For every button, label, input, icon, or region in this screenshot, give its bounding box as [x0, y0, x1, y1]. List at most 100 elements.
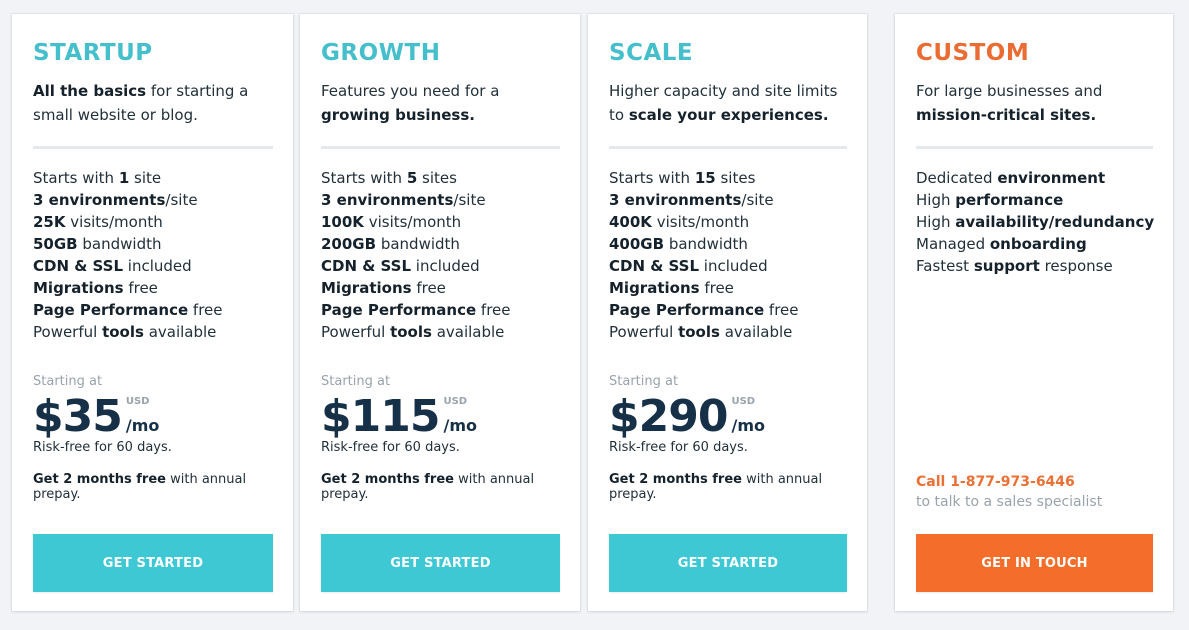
get-started-button[interactable]: GET STARTED	[33, 534, 273, 592]
emphasis-text: CDN & SSL	[609, 257, 700, 275]
emphasis-text: 3 environments	[609, 191, 742, 209]
feature-item: Migrations free	[33, 277, 283, 299]
text: available	[431, 323, 505, 341]
text: bandwidth	[77, 235, 162, 253]
feature-item: Migrations free	[609, 277, 857, 299]
feature-item: Page Performance free	[321, 299, 570, 321]
feature-list: Dedicated environment High performance Hig…	[916, 167, 1163, 277]
emphasis-text: environment	[997, 169, 1106, 187]
period-label: /mo	[443, 416, 477, 435]
text: High	[916, 213, 956, 231]
feature-list: Starts with 5 sites 3 environments/site 10…	[321, 167, 570, 343]
emphasis-text: All the basics	[33, 82, 147, 100]
text: /site	[453, 191, 486, 209]
emphasis-text: Get 2 months free	[609, 472, 742, 487]
text: available	[143, 323, 217, 341]
emphasis-text: growing business.	[321, 106, 475, 124]
risk-free-note: Risk-free for 60 days.	[609, 440, 748, 455]
text: site	[129, 169, 162, 187]
text: response	[1039, 257, 1113, 275]
feature-item: Starts with 5 sites	[321, 167, 570, 189]
text: free	[411, 279, 446, 297]
emphasis-text: tools	[390, 323, 432, 341]
currency-label: USD	[125, 396, 150, 407]
emphasis-text: mission-critical sites.	[916, 106, 1097, 124]
emphasis-text: availability/redundancy	[955, 213, 1155, 231]
text: free	[764, 301, 799, 319]
phone-link[interactable]: Call 1-877-973-6446	[916, 472, 1102, 492]
feature-item: 25K visits/month	[33, 211, 283, 233]
emphasis-text: 15	[694, 169, 716, 187]
text: Starts with	[609, 169, 695, 187]
text: Features you need for a	[321, 82, 500, 100]
feature-item: Dedicated environment	[916, 167, 1163, 189]
emphasis-text: Migrations	[609, 279, 700, 297]
text: visits/month	[651, 213, 750, 231]
plan-card-startup: STARTUP All the basics for starting a sm…	[12, 14, 293, 611]
plan-title: CUSTOM	[916, 40, 1030, 66]
plan-description: Features you need for a growing business…	[321, 79, 560, 127]
feature-item: 3 environments/site	[321, 189, 570, 211]
sales-contact: Call 1-877-973-6446 to talk to a sales s…	[916, 472, 1102, 512]
emphasis-text: Page Performance	[33, 301, 189, 319]
price: $35	[33, 391, 123, 442]
divider	[609, 146, 847, 149]
price: $290	[609, 391, 728, 442]
feature-item: Starts with 1 site	[33, 167, 283, 189]
feature-item: Page Performance free	[609, 299, 857, 321]
get-in-touch-button[interactable]: GET IN TOUCH	[916, 534, 1153, 592]
plan-card-scale: SCALE Higher capacity and site limits to…	[588, 14, 867, 611]
text: included	[699, 257, 768, 275]
text: Powerful	[321, 323, 391, 341]
annual-promo: Get 2 months free with annual prepay.	[33, 472, 273, 502]
feature-item: 3 environments/site	[609, 189, 857, 211]
emphasis-text: support	[973, 257, 1040, 275]
emphasis-text: scale your experiences.	[628, 106, 829, 124]
get-started-button[interactable]: GET STARTED	[321, 534, 560, 592]
emphasis-text: CDN & SSL	[321, 257, 412, 275]
text: bandwidth	[664, 235, 748, 253]
text: free	[699, 279, 734, 297]
feature-item: High performance	[916, 189, 1163, 211]
feature-item: Fastest support response	[916, 255, 1163, 277]
feature-item: CDN & SSL included	[609, 255, 857, 277]
text: Dedicated	[916, 169, 998, 187]
emphasis-text: 5	[406, 169, 418, 187]
text: free	[476, 301, 511, 319]
text: free	[123, 279, 158, 297]
annual-promo: Get 2 months free with annual prepay.	[609, 472, 847, 502]
feature-item: 200GB bandwidth	[321, 233, 570, 255]
emphasis-text: 3 environments	[33, 191, 166, 209]
text: /site	[741, 191, 774, 209]
text: sites	[417, 169, 457, 187]
feature-item: Page Performance free	[33, 299, 283, 321]
emphasis-text: Get 2 months free	[321, 472, 454, 487]
emphasis-text: 400GB	[609, 235, 665, 253]
starting-at-label: Starting at	[321, 374, 391, 389]
feature-item: 400K visits/month	[609, 211, 857, 233]
divider	[321, 146, 560, 149]
text: included	[123, 257, 192, 275]
period-label: /mo	[731, 416, 765, 435]
feature-item: High availability/redundancy	[916, 211, 1163, 233]
text: For large businesses and	[916, 82, 1103, 100]
feature-item: Powerful tools available	[321, 321, 570, 343]
emphasis-text: Page Performance	[321, 301, 477, 319]
emphasis-text: tools	[102, 323, 144, 341]
text: Powerful	[33, 323, 103, 341]
risk-free-note: Risk-free for 60 days.	[33, 440, 172, 455]
plan-title: GROWTH	[321, 40, 441, 66]
emphasis-text: Migrations	[33, 279, 124, 297]
feature-item: CDN & SSL included	[33, 255, 283, 277]
feature-item: 400GB bandwidth	[609, 233, 857, 255]
text: Fastest	[916, 257, 974, 275]
starting-at-label: Starting at	[609, 374, 679, 389]
emphasis-text: onboarding	[989, 235, 1087, 253]
plan-description: All the basics for starting a small webs…	[33, 79, 273, 127]
text: High	[916, 191, 956, 209]
emphasis-text: 50GB	[33, 235, 78, 253]
emphasis-text: CDN & SSL	[33, 257, 124, 275]
annual-promo: Get 2 months free with annual prepay.	[321, 472, 560, 502]
price-row: $290 USD /mo	[609, 392, 781, 442]
get-started-button[interactable]: GET STARTED	[609, 534, 847, 592]
